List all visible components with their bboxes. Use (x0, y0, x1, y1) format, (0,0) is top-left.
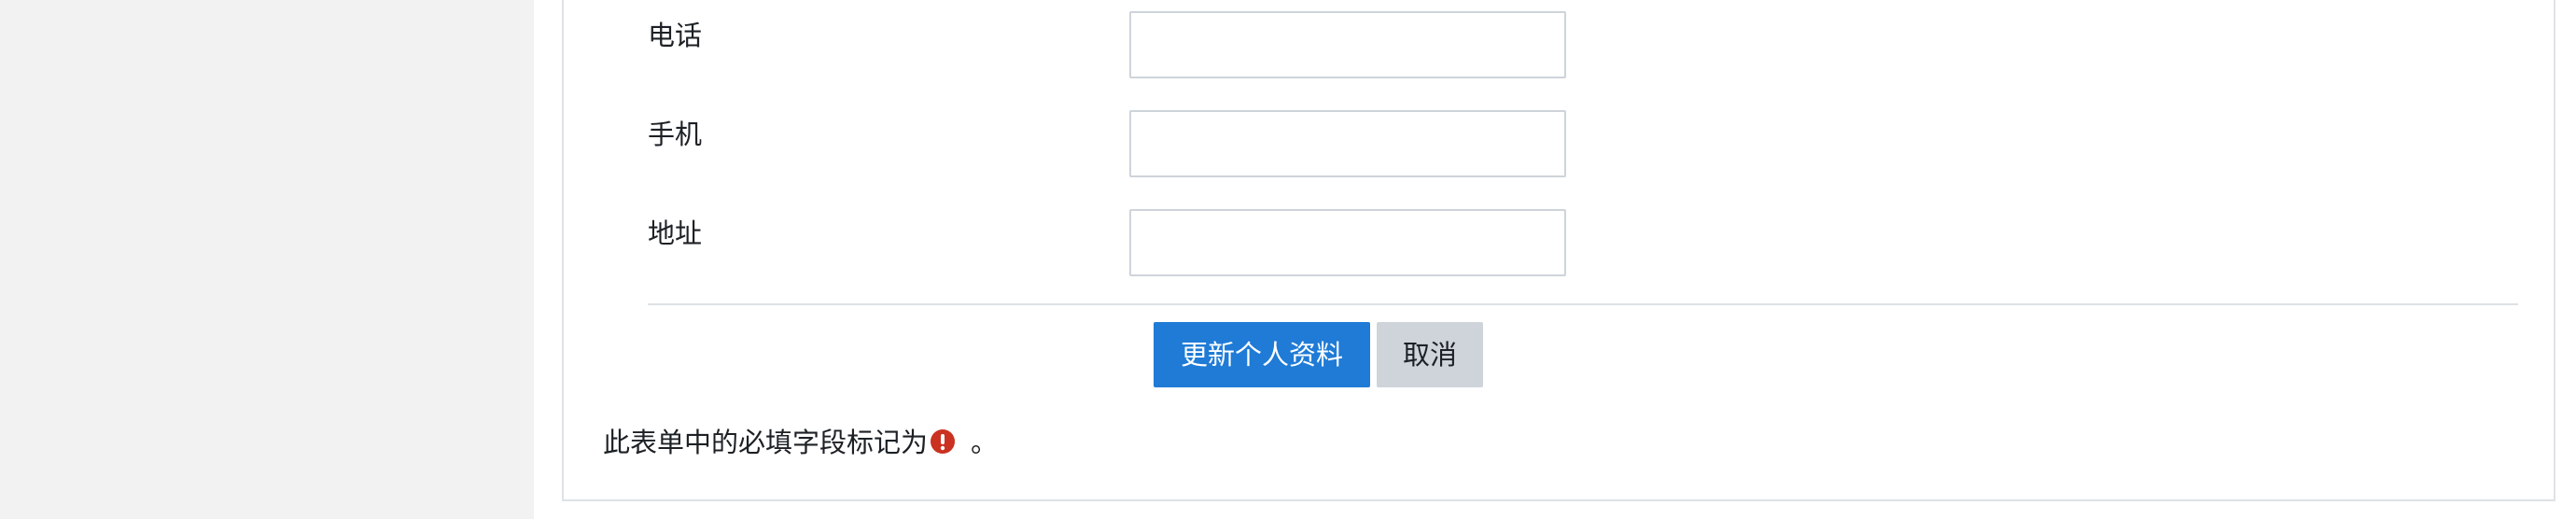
field-row-address: 地址 (564, 205, 2554, 280)
address-input[interactable] (1129, 209, 1566, 276)
required-fields-note: 此表单中的必填字段标记为 。 (603, 426, 998, 459)
required-note-tail: 。 (971, 427, 999, 458)
form-divider (648, 303, 2518, 305)
phone-input[interactable] (1129, 11, 1566, 78)
mobile-label: 手机 (648, 119, 703, 150)
field-row-phone: 电话 (564, 7, 2554, 82)
cancel-button[interactable]: 取消 (1377, 322, 1483, 387)
field-row-mobile: 手机 (564, 106, 2554, 181)
profile-form-card: 电话 手机 地址 更新个人资料 取消 此表单中的必填字段标记为 。 (562, 0, 2555, 501)
left-sidebar (0, 0, 534, 519)
phone-label: 电话 (648, 20, 703, 51)
address-label: 地址 (648, 217, 703, 249)
update-profile-button[interactable]: 更新个人资料 (1154, 322, 1370, 387)
mobile-input[interactable] (1129, 110, 1566, 177)
exclamation-circle-icon (931, 429, 956, 454)
required-note-text: 此表单中的必填字段标记为 (603, 427, 929, 458)
